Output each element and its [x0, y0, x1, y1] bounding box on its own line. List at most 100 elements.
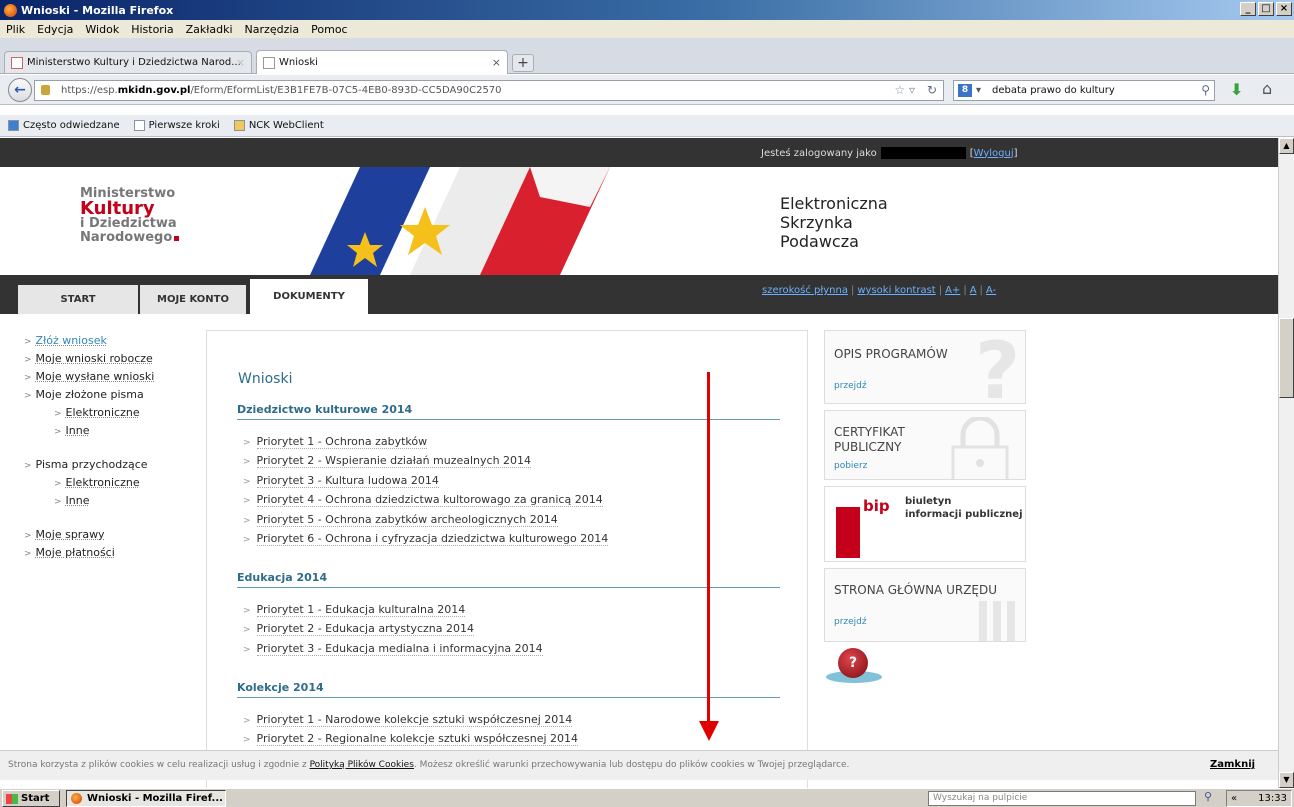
nav-zlozone-inne[interactable]: > Inne [54, 424, 90, 437]
list-item[interactable]: > Priorytet 1 - Edukacja kulturalna 2014 [243, 603, 466, 617]
tab-dokumenty[interactable]: DOKUMENTY [250, 279, 368, 314]
building-icon [979, 601, 1015, 641]
cookie-close-link[interactable]: Zamknij [1210, 751, 1255, 779]
magnifier-icon[interactable]: ⚲ [1201, 81, 1210, 100]
list-item[interactable]: > Priorytet 4 - Ochrona dziedzictwa kulto… [243, 493, 603, 507]
bookmark-nck[interactable]: NCK WebClient [233, 120, 324, 131]
bookmark-star-icon[interactable]: ☆ ▿ [894, 81, 915, 100]
padlock-icon [951, 417, 1009, 479]
url-text: https://esp.mkidn.gov.pl/Eform/EformList… [61, 85, 502, 96]
login-strip: Jesteś zalogowany jako [Wyloguj] [0, 138, 1278, 167]
back-button[interactable]: ← [8, 78, 32, 102]
search-engine-icon[interactable]: 8 [958, 84, 972, 97]
minimize-button[interactable]: _ [1240, 2, 1256, 16]
bookmark-pierwsze[interactable]: Pierwsze kroki [133, 120, 220, 131]
page-icon [263, 56, 275, 69]
cookie-notice: Strona korzysta z plików cookies w celu … [0, 750, 1278, 780]
main-navigation: START MOJE KONTO DOKUMENTY szerokość pły… [0, 275, 1278, 314]
tray-expand-icon[interactable]: « [1227, 791, 1237, 806]
nav-przychodzace-elektroniczne[interactable]: > Elektroniczne [54, 476, 140, 489]
tab-wnioski[interactable]: Wnioski × [256, 50, 508, 74]
desktop-search-input[interactable]: Wyszukaj na pulpicie [928, 791, 1196, 806]
strona-title: STRONA GŁÓWNA URZĘDU [834, 583, 998, 597]
opis-programow-box[interactable]: ? OPIS PROGRAMÓW przejdź [824, 330, 1026, 404]
high-contrast-link[interactable]: wysoki kontrast [857, 285, 935, 296]
folder-icon [8, 120, 19, 131]
close-tab-icon[interactable]: × [236, 56, 245, 69]
cookie-policy-link[interactable]: Polityką Plików Cookies [310, 760, 414, 770]
menu-plik[interactable]: Plik [6, 23, 25, 36]
list-item[interactable]: > Priorytet 5 - Ochrona zabytków archeolo… [243, 513, 558, 527]
reload-icon[interactable]: ↻ [927, 81, 937, 100]
close-tab-icon[interactable]: × [492, 56, 501, 69]
section-dziedzictwo: Dziedzictwo kulturowe 2014 [237, 403, 780, 420]
tab-ministerstwo[interactable]: Ministerstwo Kultury i Dziedzictwa Narod… [4, 51, 252, 73]
help-icon[interactable]: ? [838, 648, 868, 678]
logout-link[interactable]: Wyloguj [974, 148, 1014, 159]
menu-pomoc[interactable]: Pomoc [311, 23, 347, 36]
nav-wnioski-robocze[interactable]: > Moje wnioski robocze [24, 352, 153, 365]
wnioski-panel: Wnioski Dziedzictwo kulturowe 2014 > Prio… [206, 330, 808, 788]
font-larger-link[interactable]: A+ [945, 285, 960, 296]
cert-link[interactable]: pobierz [834, 461, 867, 471]
new-tab-button[interactable]: + [512, 54, 534, 72]
scroll-up-icon[interactable]: ▲ [1279, 138, 1294, 154]
url-input[interactable]: https://esp.mkidn.gov.pl/Eform/EformList… [34, 80, 944, 101]
menu-edycja[interactable]: Edycja [37, 23, 73, 36]
font-normal-link[interactable]: A [970, 285, 977, 296]
nav-moje-platnosci[interactable]: > Moje płatności [24, 546, 115, 559]
nav-zlozone-elektroniczne[interactable]: > Elektroniczne [54, 406, 140, 419]
magnifier-icon[interactable]: ⚲ [1204, 790, 1212, 803]
search-value: debata prawo do kultury [992, 85, 1115, 96]
list-item[interactable]: > Priorytet 6 - Ochrona i cyfryzacja dzie… [243, 532, 609, 546]
tab-label: Wnioski [279, 57, 318, 68]
list-item[interactable]: > Priorytet 2 - Edukacja artystyczna 2014 [243, 622, 475, 636]
mail-icon [233, 120, 245, 131]
vertical-scrollbar[interactable]: ▲ ▼ [1278, 138, 1294, 788]
list-item[interactable]: > Priorytet 3 - Edukacja medialna i infor… [243, 642, 543, 656]
maximize-button[interactable]: □ [1258, 2, 1274, 16]
scroll-thumb[interactable] [1279, 318, 1294, 398]
certyfikat-box[interactable]: CERTYFIKAT PUBLICZNY pobierz [824, 410, 1026, 480]
favicon-icon [11, 56, 23, 69]
menu-historia[interactable]: Historia [131, 23, 173, 36]
scroll-down-icon[interactable]: ▼ [1279, 772, 1294, 788]
menu-narzedzia[interactable]: Narzędzia [245, 23, 300, 36]
nav-pisma-przychodzace[interactable]: > Pisma przychodzące [24, 458, 148, 471]
chevron-down-icon[interactable]: ▾ [976, 81, 981, 100]
page-title: Wnioski [238, 371, 293, 387]
nav-przychodzace-inne[interactable]: > Inne [54, 494, 90, 507]
esp-title: Elektroniczna Skrzynka Podawcza [780, 194, 888, 251]
header-banner: Ministerstwo Kultury i Dziedzictwa Narod… [0, 167, 1278, 275]
fluid-width-link[interactable]: szerokość płynna [762, 285, 848, 296]
bookmark-czesto[interactable]: Często odwiedzane [8, 120, 120, 131]
menu-zakladki[interactable]: Zakładki [186, 23, 233, 36]
list-item[interactable]: > Priorytet 1 - Narodowe kolekcje sztuki … [243, 713, 573, 727]
download-icon[interactable]: ⬇ [1230, 80, 1243, 99]
bip-box[interactable]: bip biuletyn informacji publicznej [824, 486, 1026, 562]
tab-start[interactable]: START [18, 285, 138, 314]
list-item[interactable]: > Priorytet 3 - Kultura ludowa 2014 [243, 474, 439, 488]
taskbar-item-firefox[interactable]: Wnioski - Mozilla Firef... [66, 790, 226, 807]
nav-zloz-wniosek[interactable]: > Złóż wniosek [24, 334, 107, 347]
close-window-button[interactable]: × [1276, 2, 1292, 16]
list-item[interactable]: > Priorytet 2 - Wspieranie działań muzeal… [243, 454, 532, 468]
firefox-icon [71, 793, 82, 804]
strona-link[interactable]: przejdź [834, 617, 867, 627]
nav-moje-sprawy[interactable]: > Moje sprawy [24, 528, 105, 541]
opis-link[interactable]: przejdź [834, 381, 867, 391]
mkidn-logo[interactable]: Ministerstwo Kultury i Dziedzictwa Narod… [80, 187, 180, 245]
system-tray: « 13:33 [1226, 790, 1292, 807]
home-icon[interactable]: ⌂ [1262, 79, 1272, 98]
start-button[interactable]: Start [2, 790, 60, 807]
nav-wyslane-wnioski[interactable]: > Moje wysłane wnioski [24, 370, 154, 383]
tab-bar: Ministerstwo Kultury i Dziedzictwa Narod… [0, 38, 1294, 74]
search-input[interactable]: 8 ▾ debata prawo do kultury ⚲ [953, 80, 1215, 101]
font-smaller-link[interactable]: A- [986, 285, 996, 296]
list-item[interactable]: > Priorytet 2 - Regionalne kolekcje sztuk… [243, 732, 579, 746]
tab-moje-konto[interactable]: MOJE KONTO [140, 285, 246, 314]
list-item[interactable]: > Priorytet 1 - Ochrona zabytków [243, 435, 428, 449]
strona-glowna-box[interactable]: STRONA GŁÓWNA URZĘDU przejdź [824, 568, 1026, 642]
nav-zlozone-pisma[interactable]: > Moje złożone pisma [24, 388, 144, 401]
menu-widok[interactable]: Widok [85, 23, 119, 36]
